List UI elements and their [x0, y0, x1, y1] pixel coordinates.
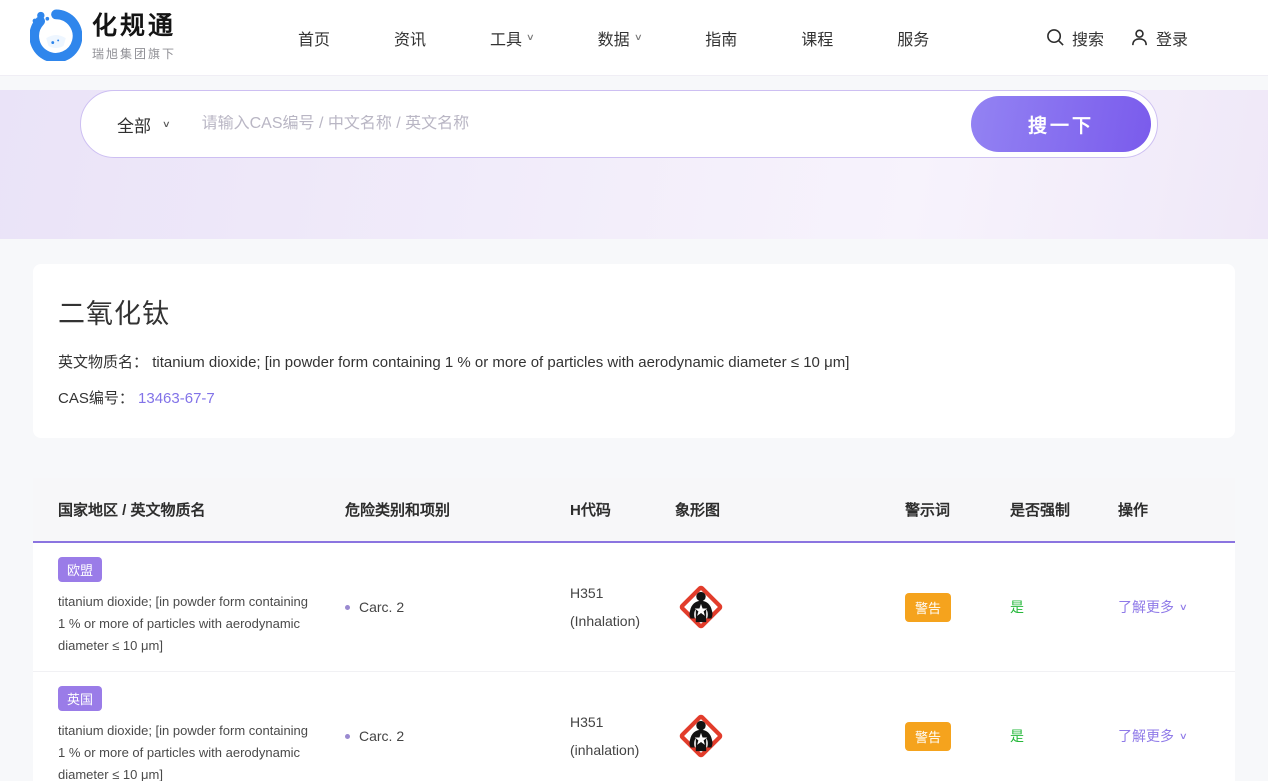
substance-card: 二氧化钛 英文物质名： titanium dioxide; [in powder… [33, 264, 1235, 438]
login-button[interactable]: 登录 [1130, 26, 1188, 50]
row-english-name: titanium dioxide; [in powder form contai… [58, 594, 309, 654]
nav-item-home[interactable]: 首页 [298, 26, 330, 50]
ghs08-health-hazard-icon [675, 710, 905, 762]
header-actions: 搜索 登录 [1046, 26, 1188, 50]
person-icon [1130, 28, 1149, 47]
signal-word-badge: 警告 [905, 721, 952, 751]
table-row: 英国 titanium dioxide; [in powder form con… [33, 672, 1235, 781]
region-badge: 英国 [58, 686, 103, 712]
hazard-class: Carc. 2 [359, 599, 405, 616]
col-header-hazard-class: 危险类别和项别 [345, 502, 451, 519]
english-name-line: 英文物质名： titanium dioxide; [in powder form… [58, 351, 1210, 372]
chevron-down-icon: ∨ [1178, 730, 1188, 741]
nav-item-guides[interactable]: 指南 [705, 26, 737, 50]
search-section: 全部 ∨ 搜一下 [0, 90, 1268, 239]
h-code: H351 [570, 585, 604, 602]
learn-more-link[interactable]: 了解更多 ∨ [1118, 726, 1235, 746]
h-code-route: (inhalation) [570, 742, 640, 759]
bullet-dot [345, 733, 350, 739]
search-bar: 全部 ∨ 搜一下 [80, 90, 1158, 158]
header-search-button[interactable]: 搜索 [1046, 26, 1104, 50]
main-nav: 首页 资讯 工具 ∨ 数据 ∨ 指南 课程 服务 [298, 26, 929, 50]
nav-item-courses[interactable]: 课程 [801, 26, 833, 50]
mandatory-flag: 是 [1010, 599, 1024, 616]
top-navigation-bar: 化规通 瑞旭集团旗下 首页 资讯 工具 ∨ 数据 ∨ 指南 课程 服务 搜索 登… [0, 0, 1268, 76]
magnifier-icon [1046, 28, 1065, 47]
english-name-value: titanium dioxide; [in powder form contai… [152, 354, 850, 371]
region-badge: 欧盟 [58, 557, 103, 582]
bullet-dot [345, 604, 350, 610]
logo-subtitle: 瑞旭集团旗下 [92, 46, 177, 61]
search-input[interactable] [201, 115, 971, 133]
col-header-h-code: H代码 [570, 502, 611, 519]
ghs08-health-hazard-icon [675, 581, 905, 633]
row-english-name: titanium dioxide; [in powder form contai… [58, 723, 309, 781]
nav-item-news[interactable]: 资讯 [394, 26, 426, 50]
h-code-route: (Inhalation) [570, 613, 641, 630]
search-category-select[interactable]: 全部 ∨ [117, 112, 171, 137]
nav-item-services[interactable]: 服务 [897, 26, 929, 50]
chevron-down-icon: ∨ [525, 32, 535, 42]
h-code: H351 [570, 714, 604, 731]
col-header-signal-word: 警示词 [905, 502, 951, 519]
cas-label: CAS编号： [58, 390, 134, 407]
table-header-row: 国家地区 / 英文物质名 危险类别和项别 H代码 象形图 警示词 是否强制 操作 [33, 478, 1235, 543]
cas-line: CAS编号： 13463-67-7 [58, 387, 1210, 408]
logo-title: 化规通 [92, 12, 177, 41]
nav-item-tools[interactable]: 工具 ∨ [490, 26, 535, 50]
chevron-down-icon: ∨ [633, 32, 643, 42]
classification-table: 国家地区 / 英文物质名 危险类别和项别 H代码 象形图 警示词 是否强制 操作… [33, 478, 1235, 781]
cas-number-link[interactable]: 13463-67-7 [138, 390, 215, 407]
col-header-mandatory: 是否强制 [1010, 502, 1071, 519]
signal-word-badge: 警告 [905, 592, 952, 622]
english-name-label: 英文物质名： [58, 354, 149, 371]
col-header-pictogram: 象形图 [675, 502, 721, 519]
substance-title: 二氧化钛 [58, 299, 170, 329]
learn-more-link[interactable]: 了解更多 ∨ [1118, 597, 1235, 617]
logo-icon [29, 9, 83, 66]
col-header-region-name: 国家地区 / 英文物质名 [58, 502, 206, 519]
site-logo[interactable]: 化规通 瑞旭集团旗下 [29, 9, 177, 66]
chevron-down-icon: ∨ [1178, 601, 1188, 612]
table-row: 欧盟 titanium dioxide; [in powder form con… [33, 543, 1235, 673]
hazard-class: Carc. 2 [359, 728, 405, 745]
chevron-down-icon: ∨ [161, 118, 171, 129]
mandatory-flag: 是 [1010, 728, 1024, 745]
search-submit-button[interactable]: 搜一下 [971, 96, 1151, 152]
nav-item-data[interactable]: 数据 ∨ [598, 26, 643, 50]
col-header-actions: 操作 [1118, 502, 1149, 519]
